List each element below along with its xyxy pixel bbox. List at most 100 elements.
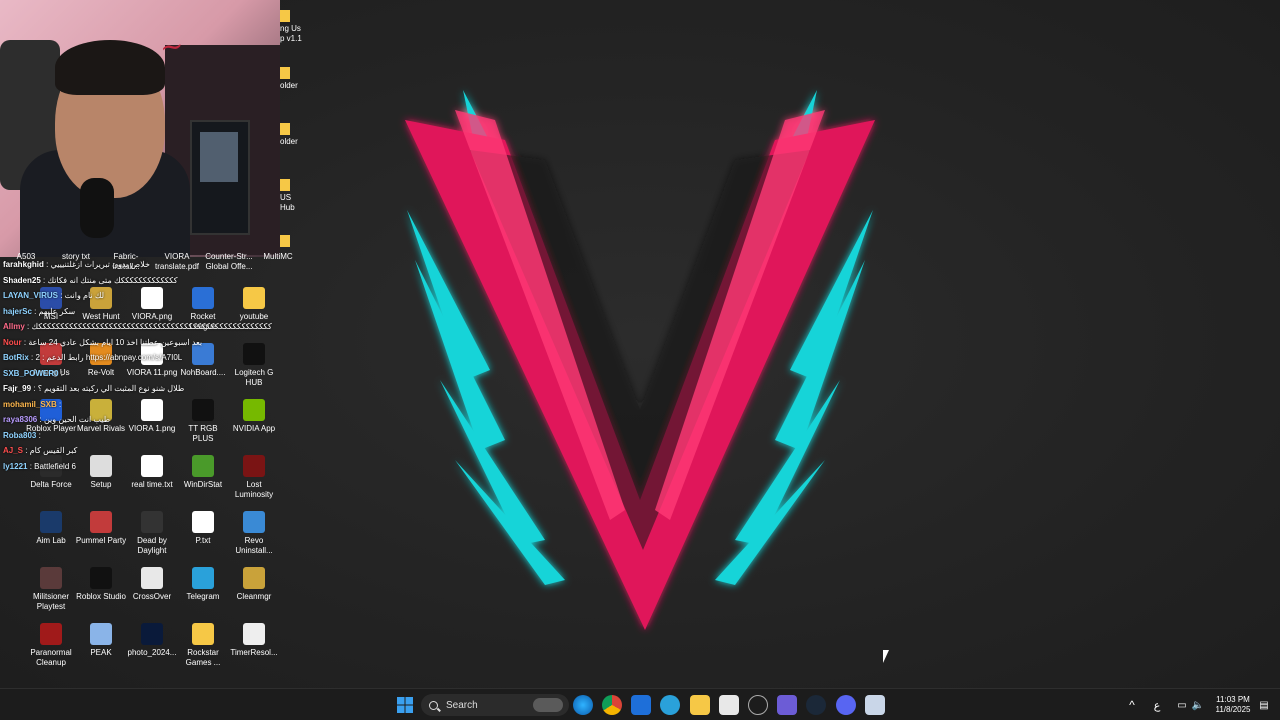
desktop-icon[interactable]: WinDirStat [177,455,229,490]
app-icon [243,511,265,533]
strip-icon-1[interactable]: ng Us p v1.1 [280,10,310,44]
chat-username: Fajr_99 [3,384,32,393]
steam-icon[interactable] [806,695,826,715]
taskbar: Search ^ ع ▭ 🔈 11:03 PM 11/8/2025 ▤ [0,688,1280,720]
icon-label: Paranormal Cleanup [30,648,72,667]
desktop-icon[interactable]: Pummel Party [75,511,127,546]
xbox-icon[interactable] [748,695,768,715]
taskbar-search[interactable]: Search [421,694,569,716]
icon-label: NVIDIA App [232,424,276,433]
desktop-icon[interactable]: P.txt [177,511,229,546]
language-indicator[interactable]: ع [1147,695,1167,715]
strip-icon-5[interactable] [280,235,310,249]
strip-icon-2[interactable]: older [280,67,310,91]
start-button[interactable] [395,695,415,715]
chat-username: Roba803 [3,430,37,440]
desktop-icon[interactable]: Roblox Studio [75,567,127,602]
chat-text: : Battlefield 6 [27,461,76,471]
desktop-icon[interactable]: Aim Lab [25,511,77,546]
strip-icon-4[interactable]: US Hub [280,179,310,213]
file-explorer-icon[interactable] [690,695,710,715]
desktop-icon[interactable]: Revo Uninstall... [228,511,280,556]
desktop-icon[interactable]: PEAK [75,623,127,658]
app-icon [141,511,163,533]
app-icon [192,567,214,589]
app-icon [192,287,214,309]
icon-label: Telegram [186,592,220,601]
chat-username: SXB_POWER0 [3,368,59,378]
icon-label: West Hunt [82,312,120,321]
app-icon [192,455,214,477]
desktop-icon[interactable]: VIORA 1.png [126,399,178,434]
desktop-icon[interactable]: CrossOver [126,567,178,602]
folder-icon [280,67,290,79]
app-icon [90,511,112,533]
app-icon [141,567,163,589]
desktop-icon[interactable]: Setup [75,455,127,490]
desktop-icon[interactable]: Telegram [177,567,229,602]
search-highlight-icon [533,698,563,712]
icon-label: P.txt [195,536,211,545]
folder-icon [280,235,290,247]
store-icon[interactable] [719,695,739,715]
desktop-icon[interactable]: Paranormal Cleanup [25,623,77,668]
chat-text: : كككككككككككككك متى منتك انه فكاتك [40,275,178,285]
search-icon [429,700,438,710]
folder-icon [280,10,290,22]
chrome-icon[interactable] [602,695,622,715]
desktop-icon[interactable]: youtube [228,287,280,322]
desktop-icon[interactable]: Logitech G HUB [228,343,280,388]
desktop-icon[interactable]: TT RGB PLUS [177,399,229,444]
icon-label: TimerResol... [230,648,278,657]
app-icon-blue[interactable] [631,695,651,715]
app-icon [90,623,112,645]
game-icon[interactable] [777,695,797,715]
icon-label: Delta Force [30,480,72,489]
desktop-icon[interactable]: NohBoard.... [177,343,229,378]
app-icon [90,567,112,589]
chat-message: Fajr_99 : طلال شنو نوع المثبت الي ركبته … [3,384,184,394]
strip-icon-3[interactable]: older [280,123,310,147]
icon-label: Lost Luminosity [234,480,274,499]
desktop[interactable]: ~ ng Us p v1.1 older older US Hub A503 sto… [0,0,1280,688]
search-placeholder: Search [446,699,478,711]
desktop-icon[interactable]: TimerResol... [228,623,280,658]
desktop-icon[interactable]: Rockstar Games ... [177,623,229,668]
chat-message: Nour : بعد اسبوعين عطتنا اخذ 10 ايام بشك… [3,338,202,348]
telegram-icon[interactable] [660,695,680,715]
icon-label: Rockstar Games ... [185,648,221,667]
clock[interactable]: 11:03 PM 11/8/2025 [1212,695,1254,715]
top-label-5[interactable]: Counter-Str... Global Offe... [202,252,256,272]
folder-icon [280,123,290,135]
volume-icon[interactable]: 🔈 [1188,695,1208,715]
desktop-icon[interactable]: Delta Force [25,455,77,490]
chat-text: : [36,430,41,440]
chat-message: farahkghid : خلاص بدون تبريرات ازغلتنييي… [3,260,150,270]
desktop-icon[interactable]: Lost Luminosity [228,455,280,500]
discord-icon[interactable] [836,695,856,715]
top-label-6[interactable]: MultiMC [252,252,304,262]
chat-message: Allmy : كككككككككككككككككككككككككككككككك… [3,322,272,332]
desktop-icon[interactable]: Militsioner Playtest [25,567,77,612]
app-icon [243,287,265,309]
chevron-up-icon[interactable]: ^ [1122,695,1142,715]
chat-message: AJ_S : كبر القيس كام [3,446,77,456]
app-icon-window[interactable] [865,695,885,715]
edge-icon[interactable] [573,695,593,715]
desktop-icon[interactable]: photo_2024... [126,623,178,658]
notification-icon[interactable]: ▤ [1254,695,1274,715]
chat-message: ly1221 : Battlefield 6 [3,462,76,472]
chat-username: AJ_S [3,446,24,455]
chat-text: : [56,399,62,409]
desktop-icon[interactable]: Cleanmgr [228,567,280,602]
chat-message: BotRix : 2 : رابط الدعم https://abnpay.c… [3,353,182,363]
desktop-icon[interactable]: Dead by Daylight [126,511,178,556]
desktop-icon[interactable]: NVIDIA App [228,399,280,434]
chat-text: : طلال شنو نوع المثبت الي ركبته بعد التق… [31,384,185,393]
app-icon [141,455,163,477]
desktop-icon[interactable]: VIORA.png [126,287,178,322]
desktop-icon[interactable]: real time.txt [126,455,178,490]
icon-label: VIORA.png [131,312,173,321]
top-label-4[interactable]: VIORA translate.pdf [150,252,204,272]
chat-text: : كبر القيس كام [23,446,78,455]
